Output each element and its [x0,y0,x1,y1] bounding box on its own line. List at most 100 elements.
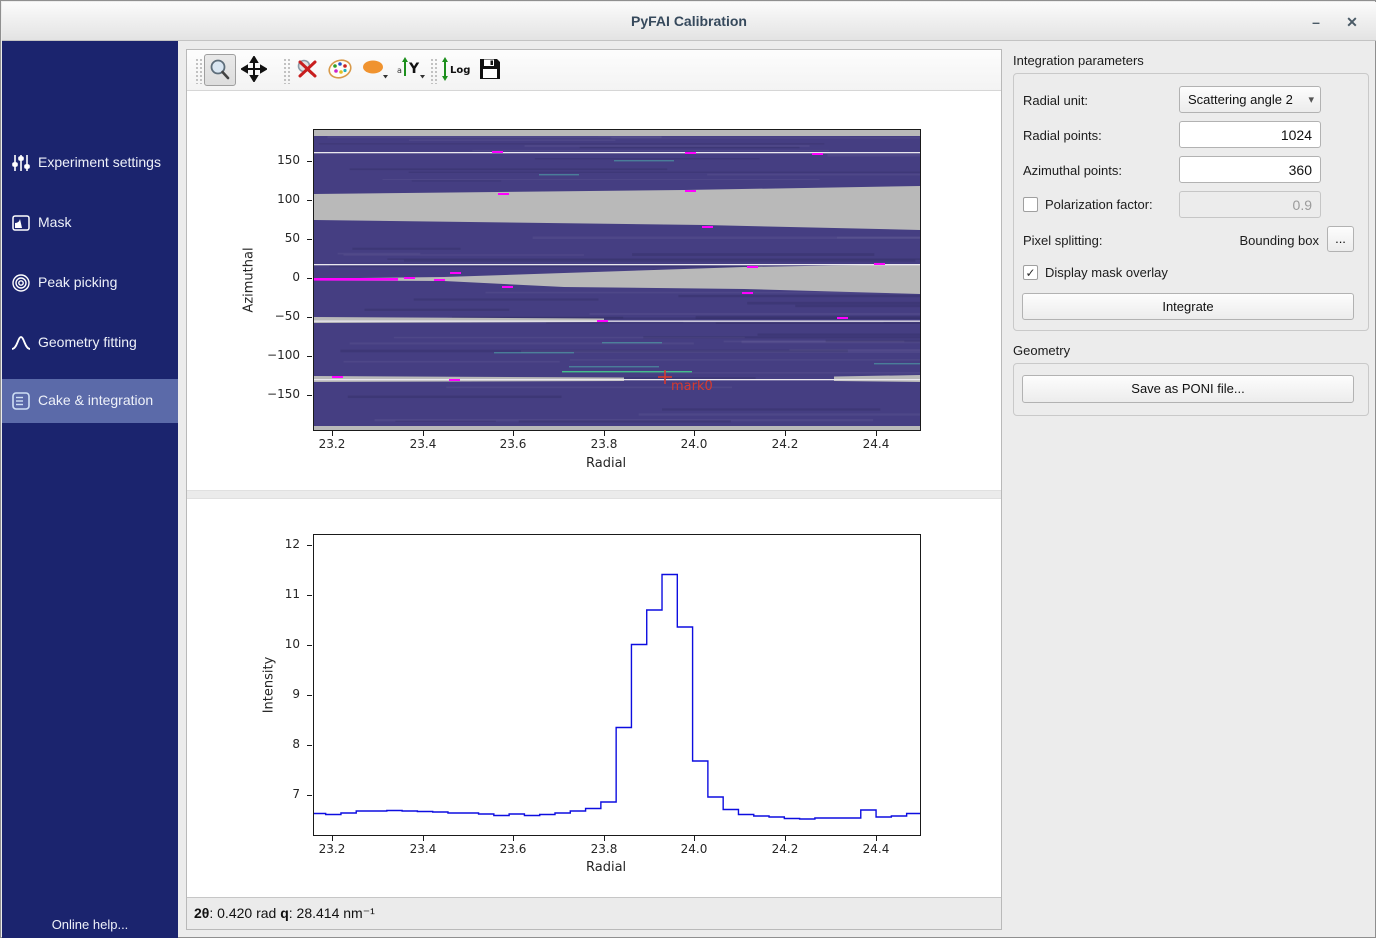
tick-mark [694,836,695,841]
polarization-checkbox[interactable] [1023,197,1038,212]
radial-points-input[interactable] [1179,121,1321,148]
mark0-label: mark0 [671,379,713,394]
toolbar-drag-handle[interactable] [195,58,202,84]
intensity-plot-canvas[interactable] [313,534,921,836]
tick-mark [307,545,312,546]
status-q-value: : 28.414 nm⁻¹ [289,905,375,921]
tick-mark [307,161,312,162]
mask-tool-button[interactable] [358,54,390,86]
y-axis-orientation-icon: a Y [396,56,426,82]
sidebar-item-label: Mask [38,214,71,230]
titlebar: PyFAI Calibration – ✕ [2,2,1376,41]
tick-label: 23.8 [574,842,634,856]
tick-label: 10 [256,637,300,651]
integrate-button[interactable]: Integrate [1022,293,1354,320]
tick-mark [307,645,312,646]
sliders-icon [11,153,31,173]
cake-slices-icon [11,391,31,411]
sidebar-item-experiment-settings[interactable]: Experiment settings [2,141,178,185]
chevron-down-icon: ▾ [1308,93,1314,106]
pyfai-calibration-window: PyFAI Calibration – ✕ Experiment setting… [0,0,1376,938]
cake-xlabel: Radial [586,456,626,471]
pixel-splitting-label: Pixel splitting: [1023,233,1102,248]
colormap-button[interactable] [325,54,357,86]
floppy-save-icon [477,56,503,82]
tick-label: 24.0 [664,437,724,451]
cake-plot-canvas[interactable]: mark0 [313,129,921,431]
tick-mark [876,431,877,436]
log-scale-button[interactable]: Log [438,54,474,86]
tick-label: 100 [256,192,300,206]
zoom-mode-button[interactable] [204,54,236,86]
y-axis-direction-button[interactable]: a Y [394,54,426,86]
toolbar-drag-handle[interactable] [430,58,437,84]
tick-label: 24.4 [846,842,906,856]
azimuthal-points-label: Azimuthal points: [1023,163,1122,178]
tick-mark [307,395,312,396]
pixel-splitting-more-button[interactable]: ... [1327,226,1354,252]
pixel-splitting-value: Bounding box [1161,233,1319,248]
online-help-link[interactable]: Online help... [2,917,178,932]
tick-mark [307,239,312,240]
zoom-reset-icon [294,56,320,82]
tick-label: 150 [256,153,300,167]
tick-label: 11 [256,587,300,601]
cake-heatmap: mark0 [314,130,920,430]
tick-label: 12 [256,537,300,551]
tick-label: 23.6 [483,437,543,451]
tick-label: 23.4 [393,437,453,451]
tick-mark [423,836,424,841]
sidebar-item-geometry-fitting[interactable]: Geometry fitting [2,321,178,365]
tick-mark [785,431,786,436]
tick-mark [604,431,605,436]
close-button[interactable]: ✕ [1340,10,1364,34]
azimuthal-points-input[interactable] [1179,156,1321,183]
curve-ylabel: Intensity [262,657,277,714]
tick-mark [307,595,312,596]
radial-unit-select[interactable]: Scattering angle 2 ▾ [1179,86,1321,113]
plot-splitter[interactable] [187,490,1001,499]
integration-parameters-title: Integration parameters [1013,53,1144,68]
tick-mark [876,836,877,841]
polarization-label: Polarization factor: [1045,197,1153,212]
sidebar-item-peak-picking[interactable]: Peak picking [2,261,178,305]
sidebar-item-cake-integration[interactable]: Cake & integration [2,379,178,423]
save-button[interactable] [475,54,507,86]
svg-text:a: a [397,66,402,75]
polarization-input [1179,191,1321,218]
sidebar-item-label: Experiment settings [38,154,161,170]
tick-label: 23.4 [393,842,453,856]
log-scale-icon: Log [440,56,474,82]
zoom-reset-button[interactable] [292,54,324,86]
geometry-title: Geometry [1013,343,1070,358]
sidebar: Experiment settings Mask Peak picking Ge… [2,41,178,938]
toolbar-drag-handle[interactable] [283,58,290,84]
radial-unit-label: Radial unit: [1023,93,1088,108]
tick-label: −50 [256,309,300,323]
tick-mark [307,745,312,746]
tick-label: −150 [256,387,300,401]
tick-mark [307,317,312,318]
radial-points-label: Radial points: [1023,128,1102,143]
tick-mark [332,431,333,436]
tick-label: 24.2 [755,437,815,451]
svg-text:Y: Y [408,61,420,77]
tick-label: 24.2 [755,842,815,856]
pan-mode-button[interactable] [239,54,271,86]
display-mask-label: Display mask overlay [1045,265,1168,280]
tick-mark [307,200,312,201]
sidebar-item-mask[interactable]: Mask [2,201,178,245]
radial-unit-value: Scattering angle 2 [1188,92,1294,107]
tick-label: 23.2 [302,437,362,451]
tick-label: 8 [256,737,300,751]
sidebar-item-label: Geometry fitting [38,334,137,350]
tick-mark [604,836,605,841]
save-poni-button[interactable]: Save as PONI file... [1022,375,1354,403]
tick-mark [332,836,333,841]
status-2theta-value: : 0.420 rad [209,905,280,921]
display-mask-checkbox[interactable]: ✓ [1023,265,1038,280]
tick-label: 0 [256,270,300,284]
sidebar-item-label: Peak picking [38,274,117,290]
minimize-button[interactable]: – [1304,10,1328,34]
tick-mark [307,356,312,357]
